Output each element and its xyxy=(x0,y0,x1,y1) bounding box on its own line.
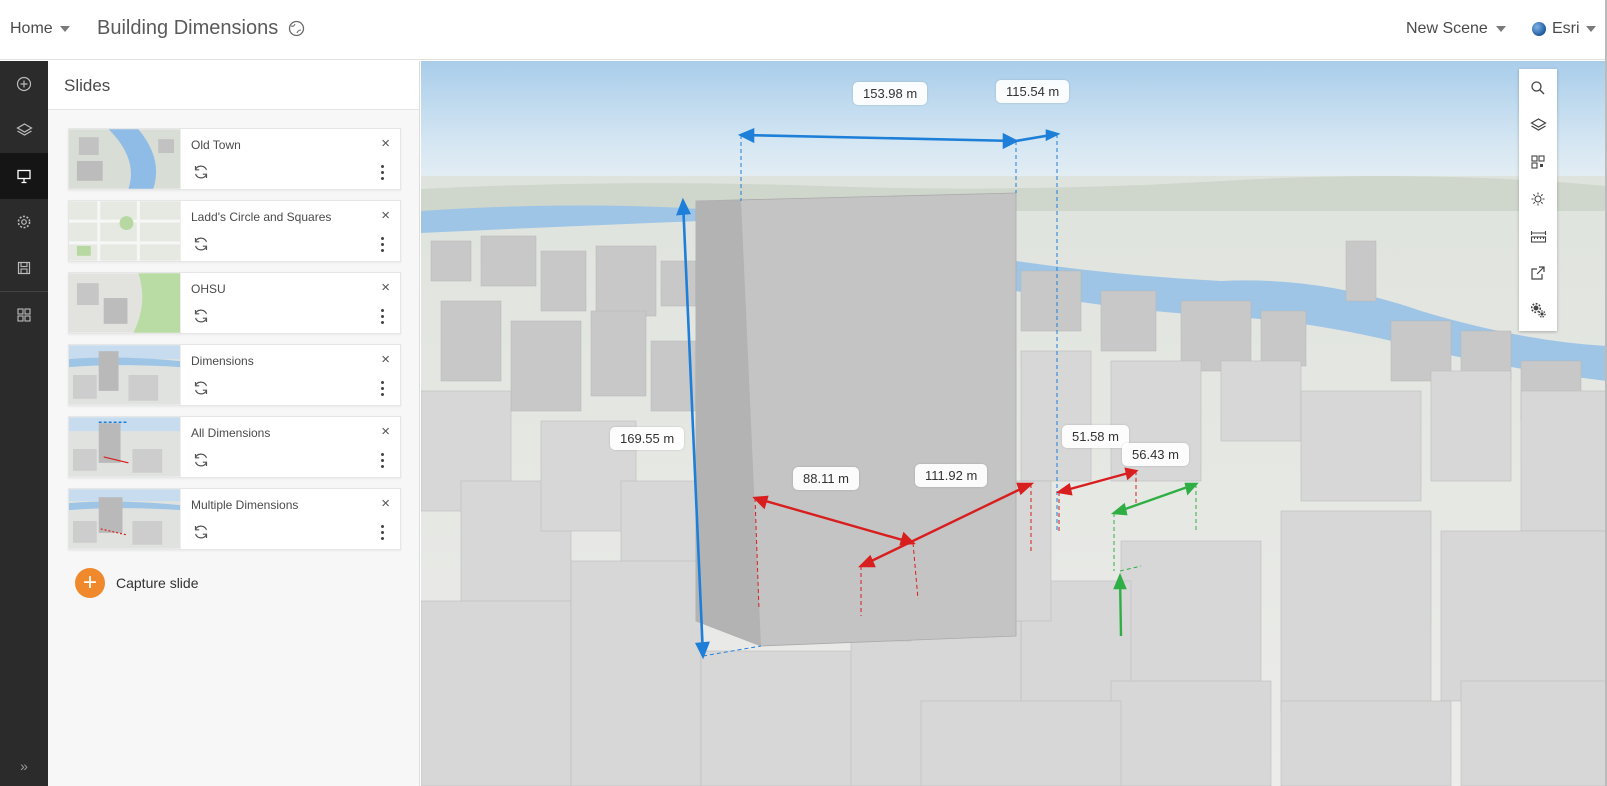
view-tools xyxy=(1519,69,1557,331)
share-icon xyxy=(1531,265,1545,280)
settings-button[interactable] xyxy=(0,199,48,245)
settings-button[interactable] xyxy=(1519,291,1557,328)
dimension-label[interactable]: 88.11 m xyxy=(793,467,860,490)
add-button[interactable] xyxy=(0,61,48,107)
daylight-icon xyxy=(1531,192,1545,205)
layers-icon xyxy=(1529,117,1547,131)
new-scene-menu[interactable]: New Scene xyxy=(1406,20,1506,38)
more-options-icon[interactable] xyxy=(376,453,388,471)
dimension-label[interactable]: 56.43 m xyxy=(1122,443,1189,466)
dimension-label[interactable]: 169.55 m xyxy=(610,427,685,450)
more-options-icon[interactable] xyxy=(376,309,388,327)
slide-item[interactable]: All Dimensions × xyxy=(68,416,401,478)
slide-item[interactable]: Ladd's Circle and Squares × xyxy=(68,200,401,262)
slide-title[interactable]: Old Town xyxy=(191,138,241,152)
settings-icon xyxy=(1530,302,1546,318)
presentation-icon xyxy=(17,169,31,184)
close-icon[interactable]: × xyxy=(381,279,390,296)
home-menu[interactable]: Home xyxy=(10,20,70,38)
slide-title[interactable]: Multiple Dimensions xyxy=(191,498,298,512)
slides-panel-title: Slides xyxy=(48,61,419,110)
dimension-label[interactable]: 111.92 m xyxy=(915,464,988,487)
home-label: Home xyxy=(10,20,53,37)
dimension-label[interactable]: 153.98 m xyxy=(853,82,928,105)
slide-title[interactable]: Ladd's Circle and Squares xyxy=(191,210,331,224)
search-icon xyxy=(1531,80,1545,94)
close-icon[interactable]: × xyxy=(381,207,390,224)
chevron-down-icon xyxy=(1495,26,1506,32)
slide-title[interactable]: All Dimensions xyxy=(191,426,270,440)
basemap-button[interactable] xyxy=(1519,143,1557,180)
dimension-label[interactable]: 115.54 m xyxy=(996,80,1070,103)
scene-title-text: Building Dimensions xyxy=(97,17,279,39)
slide-thumbnail[interactable] xyxy=(69,273,181,333)
refresh-icon[interactable] xyxy=(192,379,210,397)
slide-item[interactable]: OHSU × xyxy=(68,272,401,334)
more-options-icon[interactable] xyxy=(376,381,388,399)
close-icon[interactable]: × xyxy=(381,423,390,440)
slide-title[interactable]: Dimensions xyxy=(191,354,254,368)
slide-thumbnail[interactable] xyxy=(69,489,181,549)
refresh-icon[interactable] xyxy=(192,307,210,325)
slides-list: Old Town × Ladd's Circle and Squares × OHSU ×… xyxy=(68,128,401,560)
layers-button[interactable] xyxy=(0,107,48,153)
expand-toolbar-button[interactable]: » xyxy=(0,758,48,774)
expand-icon: » xyxy=(20,758,28,774)
more-options-icon[interactable] xyxy=(376,237,388,255)
slides-button[interactable] xyxy=(0,153,48,199)
slide-thumbnail[interactable] xyxy=(69,201,181,261)
capture-slide-button[interactable]: + Capture slide xyxy=(75,568,199,598)
app-header: Home Building Dimensions New Scene Esri xyxy=(0,0,1607,60)
capture-slide-label: Capture slide xyxy=(116,575,199,591)
more-options-icon[interactable] xyxy=(376,525,388,543)
globe-edit-icon[interactable] xyxy=(288,20,305,37)
slide-item[interactable]: Dimensions × xyxy=(68,344,401,406)
user-label: Esri xyxy=(1552,20,1580,37)
daylight-button[interactable] xyxy=(1519,180,1557,217)
measure-icon xyxy=(1530,230,1546,243)
chevron-down-icon xyxy=(59,26,70,32)
user-menu[interactable]: Esri xyxy=(1532,20,1596,38)
refresh-icon[interactable] xyxy=(192,163,210,181)
slide-item[interactable]: Old Town × xyxy=(68,128,401,190)
layers-button[interactable] xyxy=(1519,106,1557,143)
search-button[interactable] xyxy=(1519,69,1557,106)
slide-thumbnail[interactable] xyxy=(69,129,181,189)
refresh-icon[interactable] xyxy=(192,235,210,253)
layers-icon xyxy=(15,123,33,136)
left-toolbar: » xyxy=(0,61,48,786)
slide-thumbnail[interactable] xyxy=(69,417,181,477)
slide-thumbnail[interactable] xyxy=(69,345,181,405)
user-avatar xyxy=(1532,22,1546,36)
share-button[interactable] xyxy=(1519,254,1557,291)
close-icon[interactable]: × xyxy=(381,495,390,512)
slide-item[interactable]: Multiple Dimensions × xyxy=(68,488,401,550)
slide-title[interactable]: OHSU xyxy=(191,282,226,296)
basemap-icon xyxy=(1531,154,1545,169)
measured-tower[interactable] xyxy=(695,192,1017,647)
dimension-label[interactable]: 51.58 m xyxy=(1062,425,1129,448)
plus-circle-icon xyxy=(16,76,32,92)
grid-icon xyxy=(17,308,31,322)
scene-title: Building Dimensions xyxy=(97,17,305,40)
gear-icon xyxy=(17,215,31,229)
slides-panel: Slides Old Town × Ladd's Circle and Square… xyxy=(48,61,420,786)
save-icon xyxy=(17,261,31,275)
close-icon[interactable]: × xyxy=(381,135,390,152)
refresh-icon[interactable] xyxy=(192,451,210,469)
refresh-icon[interactable] xyxy=(192,523,210,541)
measure-button[interactable] xyxy=(1519,217,1557,254)
new-scene-label: New Scene xyxy=(1406,20,1488,37)
more-options-icon[interactable] xyxy=(376,165,388,183)
apps-button[interactable] xyxy=(0,292,48,338)
chevron-down-icon xyxy=(1585,26,1596,32)
scene-canvas[interactable] xyxy=(421,61,1607,786)
save-button[interactable] xyxy=(0,245,48,291)
plus-icon: + xyxy=(75,568,105,598)
scene-view[interactable]: 153.98 m 115.54 m 169.55 m 88.11 m 111.9… xyxy=(421,61,1607,786)
close-icon[interactable]: × xyxy=(381,351,390,368)
